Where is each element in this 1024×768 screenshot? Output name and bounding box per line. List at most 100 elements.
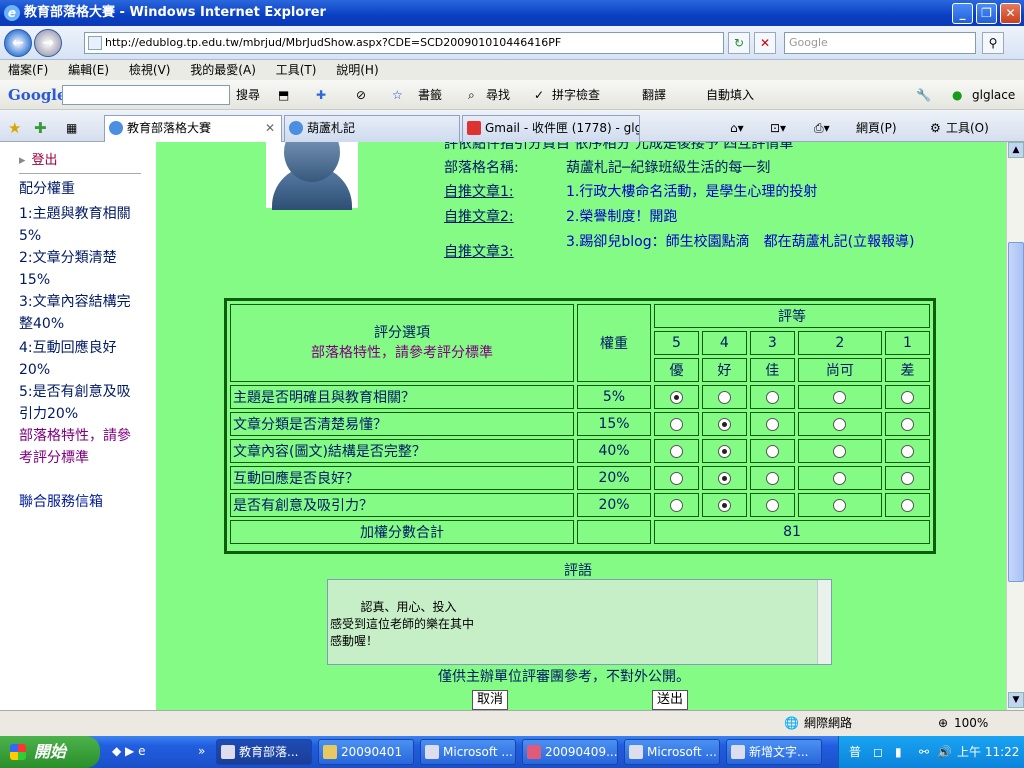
minimize-button[interactable]: _	[952, 3, 973, 24]
wrench-icon[interactable]: 🔧	[916, 80, 931, 110]
score-radio[interactable]	[669, 417, 683, 431]
bookmarks-button[interactable]: 書籤	[418, 80, 442, 110]
tab-hulu[interactable]: 葫蘆札記	[284, 115, 460, 142]
score-radio[interactable]	[669, 390, 683, 404]
home-icon[interactable]: ⌂▾	[730, 118, 744, 138]
network-icon[interactable]: ⚯	[919, 736, 929, 768]
score-cell	[701, 385, 747, 409]
score-radio[interactable]	[833, 471, 847, 485]
google-user[interactable]: glglace	[972, 80, 1015, 110]
score-radio[interactable]	[901, 471, 914, 485]
scroll-thumb[interactable]	[1008, 242, 1024, 582]
task-item[interactable]: 新增文字...	[726, 739, 822, 765]
scroll-down-icon[interactable]: ▼	[1008, 692, 1024, 708]
task-item[interactable]: 20090409...	[522, 739, 618, 765]
start-button[interactable]: 開始	[0, 736, 100, 768]
score-radio[interactable]	[765, 417, 779, 431]
score-radio[interactable]	[901, 390, 914, 404]
add-favorite-icon[interactable]: ✚	[34, 118, 47, 138]
translate-button[interactable]: 翻譯	[642, 80, 666, 110]
feeds-icon[interactable]: ⊡▾	[770, 118, 786, 138]
task-item[interactable]: 20090401	[318, 739, 414, 765]
score-radio[interactable]	[765, 471, 779, 485]
score-radio[interactable]	[765, 390, 779, 404]
quicklaunch-more-icon[interactable]: »	[198, 744, 205, 758]
print-icon[interactable]: ⎙▾	[814, 118, 830, 138]
menu-file[interactable]: 檔案(F)	[8, 63, 48, 77]
comment-scrollbar[interactable]	[817, 580, 831, 664]
contact-link[interactable]: 聯合服務信箱	[19, 491, 147, 513]
bookmark-tool-icon[interactable]: ⬒	[278, 80, 289, 110]
star-icon[interactable]: ☆	[392, 80, 403, 110]
task-item[interactable]: 教育部落...	[216, 739, 312, 765]
score-radio[interactable]	[669, 471, 683, 485]
quicklaunch-icons[interactable]: ◆ ▶ e	[112, 744, 145, 758]
cancel-button[interactable]: 取消	[472, 690, 509, 710]
score-radio[interactable]	[717, 390, 731, 404]
menu-help[interactable]: 說明(H)	[336, 63, 378, 77]
comment-textarea[interactable]: 認真、用心、投入 感受到這位老師的樂在其中 感動喔！	[327, 579, 832, 665]
score-radio[interactable]	[765, 444, 779, 458]
logout-link[interactable]: 登出	[19, 150, 58, 172]
spellcheck-button[interactable]: 拼字檢查	[552, 80, 600, 110]
zoom-level[interactable]: 100%	[954, 711, 988, 735]
score-radio[interactable]	[765, 498, 779, 512]
task-item[interactable]: Microsoft ...	[624, 739, 720, 765]
score-radio[interactable]	[717, 417, 731, 431]
tools-menu[interactable]: 工具(O)	[946, 118, 989, 138]
autofill-button[interactable]: 自動填入	[706, 80, 754, 110]
criteria-link[interactable]: 部落格特性，請參考評分標準	[19, 425, 137, 469]
tab-edublog[interactable]: 教育部落格大賽 ✕	[104, 115, 282, 142]
article-1-link[interactable]: 1.行政大樓命名活動，是學生心理的投射	[566, 182, 817, 202]
submit-button[interactable]: 送出	[652, 690, 689, 710]
page-menu[interactable]: 網頁(P)	[856, 118, 897, 138]
stop-button[interactable]: ✕	[754, 32, 776, 54]
plus-icon[interactable]: ✚	[316, 80, 326, 110]
criteria-header-link[interactable]: 部落格特性，請參考評分標準	[231, 343, 573, 363]
ime-mode-icon[interactable]: ◻	[873, 736, 883, 768]
google-search-button[interactable]: 搜尋	[236, 80, 260, 110]
scroll-up-icon[interactable]: ▲	[1008, 142, 1024, 158]
menu-tools[interactable]: 工具(T)	[276, 63, 317, 77]
find-icon[interactable]: ⌕	[468, 80, 475, 110]
volume-icon[interactable]: 🔊	[937, 736, 952, 768]
ime-half-icon[interactable]: ▮	[895, 736, 902, 768]
tab-close-icon[interactable]: ✕	[265, 116, 275, 141]
score-radio[interactable]	[833, 417, 847, 431]
menu-edit[interactable]: 編輯(E)	[68, 63, 109, 77]
score-cell	[797, 439, 883, 463]
find-button[interactable]: 尋找	[486, 80, 510, 110]
article-3-link[interactable]: 3.踢卻兒blog：師生校園點滴 都在葫蘆札記(立報報導)	[566, 232, 926, 252]
score-radio[interactable]	[717, 471, 731, 485]
score-radio[interactable]	[717, 498, 731, 512]
score-radio[interactable]	[717, 444, 731, 458]
article-2-link[interactable]: 2.榮譽制度！開跑	[566, 207, 677, 227]
score-radio[interactable]	[669, 498, 683, 512]
score-radio[interactable]	[669, 444, 683, 458]
spellcheck-icon[interactable]: ✓	[534, 80, 544, 110]
menu-favorites[interactable]: 我的最愛(A)	[190, 63, 256, 77]
score-radio[interactable]	[901, 417, 914, 431]
ime-indicator[interactable]: 普	[849, 736, 861, 768]
favorites-star-icon[interactable]: ★	[8, 118, 21, 138]
score-radio[interactable]	[901, 498, 914, 512]
search-icon[interactable]: ⚲	[982, 32, 1004, 54]
score-radio[interactable]	[833, 498, 847, 512]
score-radio[interactable]	[833, 390, 847, 404]
restore-button[interactable]: ❐	[976, 3, 997, 24]
forward-button[interactable]: →	[34, 29, 62, 57]
search-input[interactable]: Google	[784, 32, 976, 54]
popup-blocker-icon[interactable]: ⊘	[356, 80, 366, 110]
google-toolbar-input[interactable]	[62, 85, 230, 105]
score-radio[interactable]	[833, 444, 847, 458]
quick-tabs-icon[interactable]: ▦	[66, 118, 77, 138]
menu-view[interactable]: 檢視(V)	[129, 63, 171, 77]
address-input[interactable]: http://edublog.tp.edu.tw/mbrjud/MbrJudSh…	[84, 32, 724, 54]
vertical-scrollbar[interactable]: ▲ ▼	[1006, 142, 1024, 710]
task-item[interactable]: Microsoft ...	[420, 739, 516, 765]
refresh-button[interactable]: ↻	[728, 32, 750, 54]
close-button[interactable]: ✕	[1000, 3, 1021, 24]
tab-gmail[interactable]: Gmail - 收件匣 (1778) - glgl...	[462, 115, 640, 142]
score-radio[interactable]	[901, 444, 914, 458]
back-button[interactable]: ←	[4, 29, 32, 57]
